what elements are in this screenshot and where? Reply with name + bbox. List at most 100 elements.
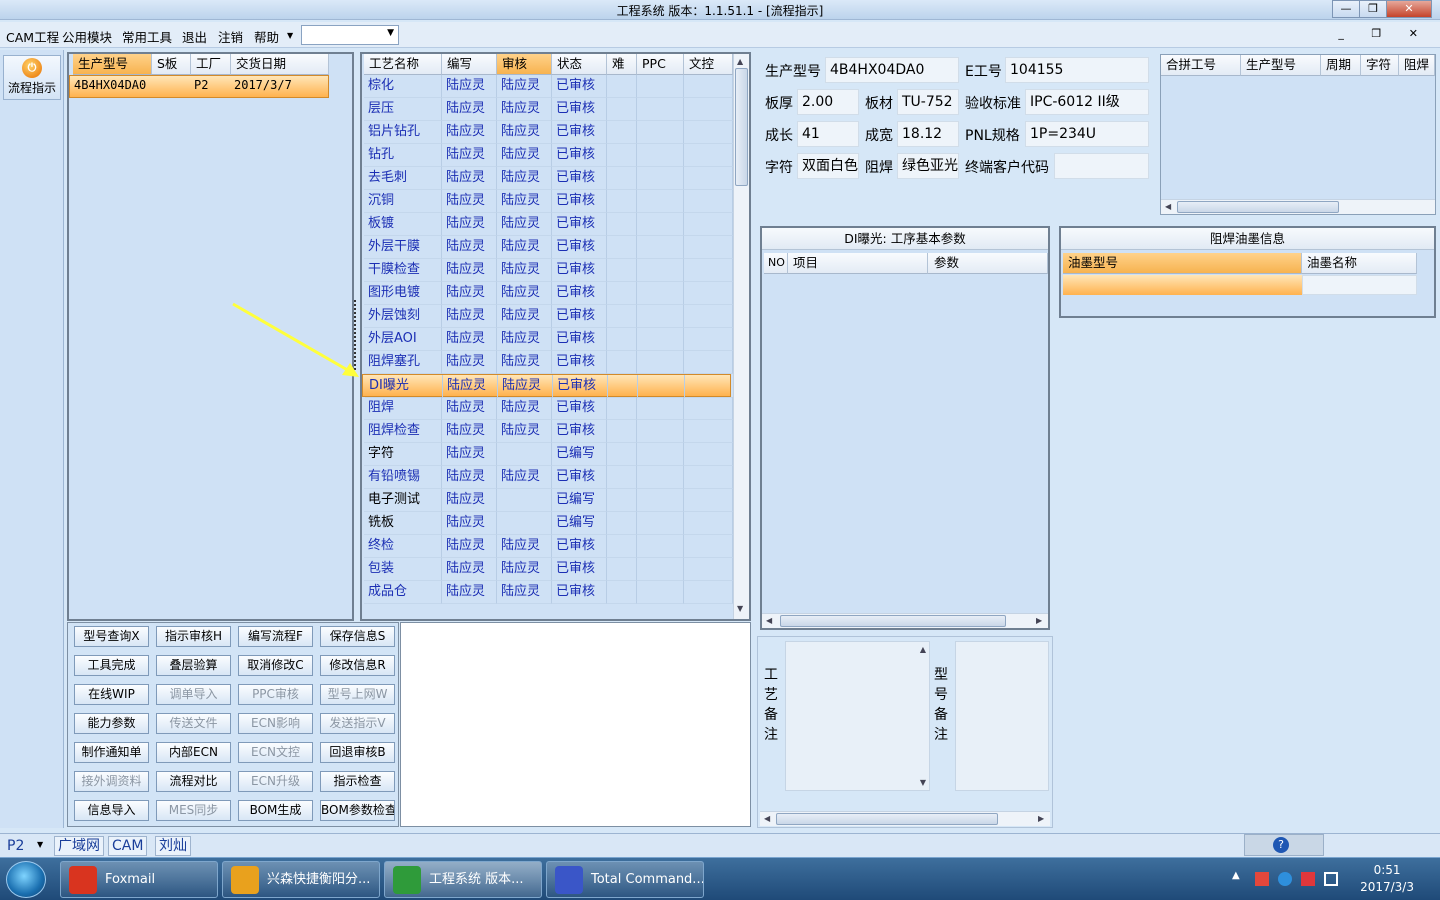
process-header-1[interactable]: 编写	[442, 54, 497, 75]
table-row[interactable]: 板镀 陆应灵 陆应灵 已审核	[362, 213, 733, 236]
combined-hscroll[interactable]: ◀	[1161, 199, 1435, 214]
action-button[interactable]: 叠层验算	[156, 655, 231, 676]
action-button[interactable]: 指示审核H	[156, 626, 231, 647]
order-header-model[interactable]: 生产型号	[73, 54, 152, 75]
action-button[interactable]: ECN升级	[238, 771, 313, 792]
task-browser[interactable]: 兴森快捷衡阳分...	[222, 861, 380, 898]
action-button[interactable]: 在线WIP	[74, 684, 149, 705]
scroll-down-icon[interactable]: ▼	[920, 778, 926, 787]
menu-tools[interactable]: 常用工具	[122, 27, 172, 46]
task-totalcmd[interactable]: Total Command...	[546, 861, 704, 898]
action-button[interactable]: 工具完成	[74, 655, 149, 676]
table-row[interactable]: 字符 陆应灵 已编写	[362, 443, 733, 466]
table-row[interactable]: 干膜检查 陆应灵 陆应灵 已审核	[362, 259, 733, 282]
table-row[interactable]: 阻焊检查 陆应灵 陆应灵 已审核	[362, 420, 733, 443]
menu-help[interactable]: 帮助	[254, 27, 279, 46]
flag-icon[interactable]	[1255, 872, 1269, 886]
table-row[interactable]: 包装 陆应灵 陆应灵 已审核	[362, 558, 733, 581]
action-button[interactable]: 指示检查	[320, 771, 395, 792]
combined-header-period[interactable]: 周期	[1321, 55, 1361, 76]
clock[interactable]: 0:51 2017/3/3	[1360, 862, 1414, 896]
action-button[interactable]: 内部ECN	[156, 742, 231, 763]
action-button[interactable]: 发送指示V	[320, 713, 395, 734]
di-header-no[interactable]: NO	[764, 253, 788, 274]
factory-selector[interactable]: P2	[7, 838, 24, 854]
material-value[interactable]: TU-752	[897, 89, 959, 115]
process-header-3[interactable]: 状态	[552, 54, 607, 75]
ink-row-name[interactable]	[1302, 275, 1417, 295]
status-tab-wan[interactable]: 广域网	[54, 836, 104, 856]
action-button[interactable]: 型号上网W	[320, 684, 395, 705]
customer-value[interactable]	[1054, 153, 1149, 179]
pnl-value[interactable]: 1P=234U	[1025, 121, 1149, 147]
menu-overflow-icon[interactable]: ▼	[287, 31, 293, 40]
combined-header-mask[interactable]: 阻焊	[1399, 55, 1435, 76]
action-button[interactable]: 传送文件	[156, 713, 231, 734]
scroll-down-icon[interactable]: ▼	[737, 604, 743, 613]
scroll-up-icon[interactable]: ▲	[920, 645, 926, 654]
process-note-text[interactable]: ▲ ▼	[785, 641, 930, 791]
action-button[interactable]: ECN文控	[238, 742, 313, 763]
minimize-button[interactable]: —	[1332, 0, 1360, 18]
table-row[interactable]: 终检 陆应灵 陆应灵 已审核	[362, 535, 733, 558]
action-button[interactable]: 信息导入	[74, 800, 149, 821]
close-button[interactable]: ✕	[1386, 0, 1432, 18]
char-value[interactable]: 双面白色	[797, 153, 859, 179]
table-row[interactable]: 钻孔 陆应灵 陆应灵 已审核	[362, 144, 733, 167]
menu-cam[interactable]: CAM工程	[6, 27, 59, 46]
action-button[interactable]: BOM生成	[238, 800, 313, 821]
action-button[interactable]: 取消修改C	[238, 655, 313, 676]
table-row[interactable]: 铝片钻孔 陆应灵 陆应灵 已审核	[362, 121, 733, 144]
language-bar[interactable]: ?	[1244, 834, 1324, 856]
table-row[interactable]: 电子测试 陆应灵 已编写	[362, 489, 733, 512]
mask-value[interactable]: 绿色亚光	[897, 153, 959, 179]
status-tab-cam[interactable]: CAM	[108, 836, 148, 856]
action-button[interactable]: 流程对比	[156, 771, 231, 792]
model-note-text[interactable]	[955, 641, 1049, 791]
scroll-right-icon[interactable]: ▶	[1036, 616, 1042, 625]
network-app-icon[interactable]	[1278, 872, 1292, 886]
thick-value[interactable]: 2.00	[797, 89, 859, 115]
process-header-6[interactable]: 文控	[684, 54, 733, 75]
ink-header-name[interactable]: 油墨名称	[1302, 253, 1417, 274]
process-header-5[interactable]: PPC	[637, 54, 684, 75]
standard-value[interactable]: IPC-6012 II级	[1025, 89, 1149, 115]
order-header-s[interactable]: S板	[152, 54, 191, 75]
status-tab-user[interactable]: 刘灿	[155, 836, 191, 856]
factory-dropdown-icon[interactable]: ▼	[37, 840, 43, 849]
table-row[interactable]: 沉铜 陆应灵 陆应灵 已审核	[362, 190, 733, 213]
table-row[interactable]: 外层干膜 陆应灵 陆应灵 已审核	[362, 236, 733, 259]
table-row[interactable]: 图形电镀 陆应灵 陆应灵 已审核	[362, 282, 733, 305]
action-button[interactable]: 回退审核B	[320, 742, 395, 763]
di-header-item[interactable]: 项目	[788, 253, 928, 274]
menu-logout[interactable]: 注销	[218, 27, 243, 46]
table-row[interactable]: DI曝光 陆应灵 陆应灵 已审核	[362, 374, 734, 398]
action-button[interactable]: 型号查询X	[74, 626, 149, 647]
model-value[interactable]: 4B4HX04DA0	[825, 57, 959, 83]
di-header-param[interactable]: 参数	[928, 253, 1048, 274]
ink-header-type[interactable]: 油墨型号	[1063, 253, 1302, 274]
notes-scroll-thumb[interactable]	[776, 813, 998, 825]
table-row[interactable]: 阻焊 陆应灵 陆应灵 已审核	[362, 397, 733, 420]
process-scrollbar[interactable]: ▲ ▼	[733, 54, 749, 619]
process-scroll-thumb[interactable]	[735, 68, 748, 186]
help-icon[interactable]: ?	[1273, 837, 1289, 853]
order-header-delivery[interactable]: 交货日期	[231, 54, 329, 75]
table-row[interactable]: 4B4HX04DA0 P2 2017/3/7	[69, 75, 329, 98]
ink-row[interactable]	[1063, 275, 1302, 295]
width-value[interactable]: 18.12	[897, 121, 959, 147]
process-header-2[interactable]: 审核	[497, 54, 552, 75]
action-button[interactable]: 修改信息R	[320, 655, 395, 676]
app-tray-icon[interactable]	[1301, 872, 1315, 886]
table-row[interactable]: 去毛刺 陆应灵 陆应灵 已审核	[362, 167, 733, 190]
scroll-left-icon[interactable]: ◀	[764, 814, 770, 823]
tray-expand-icon[interactable]: ▲	[1232, 870, 1240, 881]
flow-indicator-button[interactable]: ⏻ 流程指示	[3, 55, 61, 100]
menu-common-module[interactable]: 公用模块	[62, 27, 112, 46]
combined-header-model[interactable]: 生产型号	[1241, 55, 1321, 76]
table-row[interactable]: 阻焊塞孔 陆应灵 陆应灵 已审核	[362, 351, 733, 374]
scroll-up-icon[interactable]: ▲	[737, 57, 743, 66]
combined-header-job[interactable]: 合拼工号	[1161, 55, 1241, 76]
menu-exit[interactable]: 退出	[182, 27, 207, 46]
start-button[interactable]	[6, 861, 46, 898]
